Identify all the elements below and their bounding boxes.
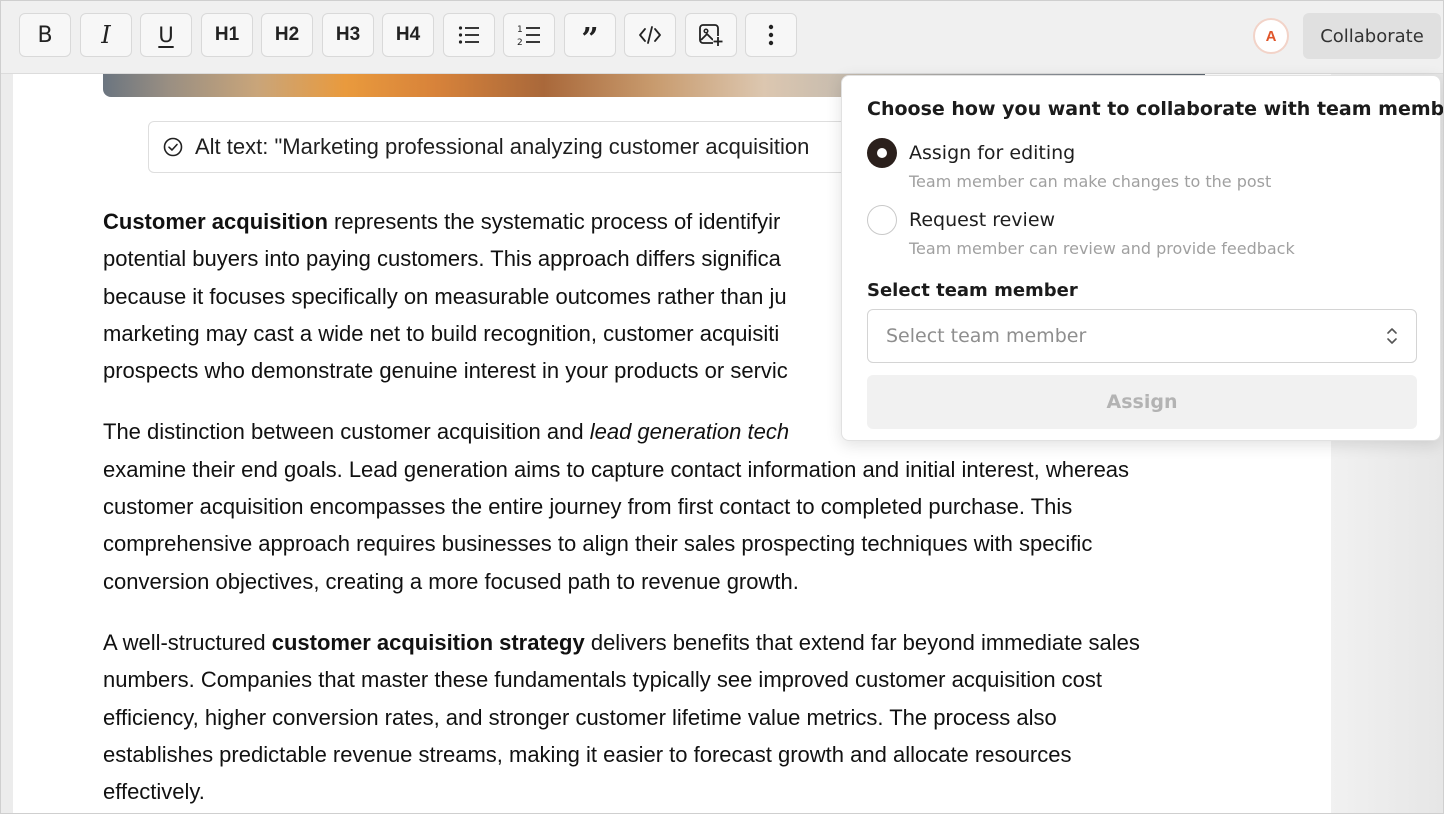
paragraph-2: The distinction between customer acquisi… xyxy=(103,413,1253,599)
app-window: Alt text: "Marketing professional analyz… xyxy=(0,0,1444,814)
assign-button[interactable]: Assign xyxy=(867,375,1417,429)
text-line: prospects who demonstrate genuine intere… xyxy=(103,358,788,384)
text-line: numbers. Companies that master these fun… xyxy=(103,667,1103,693)
avatar-initial: A xyxy=(1265,27,1277,45)
text-line: comprehensive approach requires business… xyxy=(103,531,1093,557)
bold-text: customer acquisition strategy xyxy=(271,629,585,655)
team-member-select[interactable]: Select team member xyxy=(867,309,1417,363)
collaborate-button[interactable]: Collaborate xyxy=(1303,13,1441,59)
quote-button[interactable]: ” xyxy=(564,13,616,57)
heading-2-button[interactable]: H2 xyxy=(261,13,313,57)
italic-button[interactable]: I xyxy=(80,13,132,57)
numbered-list-icon: 1 2 xyxy=(517,25,540,47)
italic-text: lead generation tech xyxy=(589,419,790,445)
assign-for-editing-radio[interactable] xyxy=(867,138,897,168)
heading-3-icon: H3 xyxy=(335,24,361,45)
request-review-radio[interactable] xyxy=(867,205,897,235)
text-line: represents the systematic process of ide… xyxy=(327,209,781,234)
more-vertical-icon xyxy=(768,24,774,46)
text-line: conversion objectives, creating a more f… xyxy=(103,568,799,594)
code-button[interactable] xyxy=(624,13,676,57)
formatting-toolbar: B I U H1 H2 H3 H4 1 2 ” A Collaborate xyxy=(1,1,1443,74)
assign-label: Assign xyxy=(1106,391,1178,413)
add-image-button[interactable] xyxy=(685,13,737,57)
heading-1-icon: H1 xyxy=(214,24,240,45)
bold-text: Customer acquisition xyxy=(103,209,328,234)
check-circle-icon xyxy=(163,137,183,157)
request-review-label[interactable]: Request review xyxy=(909,209,1055,231)
request-review-desc: Team member can review and provide feedb… xyxy=(909,239,1295,258)
text-line: delivers benefits that extend far beyond… xyxy=(584,629,1140,655)
select-placeholder: Select team member xyxy=(886,325,1087,347)
heading-3-button[interactable]: H3 xyxy=(322,13,374,57)
text-line: customer acquisition encompasses the ent… xyxy=(103,494,1073,520)
heading-1-button[interactable]: H1 xyxy=(201,13,253,57)
underline-icon: U xyxy=(158,23,174,47)
team-member-label: Select team member xyxy=(867,280,1078,301)
bullet-list-button[interactable] xyxy=(443,13,495,57)
quote-icon: ” xyxy=(581,22,599,57)
heading-2-icon: H2 xyxy=(274,24,300,45)
popover-title: Choose how you want to collaborate with … xyxy=(867,98,1444,120)
text-line: A well-structured xyxy=(103,629,272,655)
svg-text:1: 1 xyxy=(517,25,523,35)
bullet-list-icon xyxy=(458,26,479,44)
collaborate-popover: Choose how you want to collaborate with … xyxy=(841,75,1444,441)
collaborate-label: Collaborate xyxy=(1320,25,1424,47)
bold-button[interactable]: B xyxy=(19,13,71,57)
heading-4-icon: H4 xyxy=(395,24,421,45)
text-line: marketing may cast a wide net to build r… xyxy=(103,320,780,346)
text-line: efficiency, higher conversion rates, and… xyxy=(103,704,1057,730)
text-line: The distinction between customer acquisi… xyxy=(103,419,590,445)
text-line: establishes predictable revenue streams,… xyxy=(103,741,1072,767)
italic-icon: I xyxy=(101,21,111,49)
svg-text:2: 2 xyxy=(517,38,523,47)
assign-for-editing-label[interactable]: Assign for editing xyxy=(909,142,1075,164)
add-image-icon xyxy=(699,24,723,46)
chevron-up-down-icon xyxy=(1387,328,1397,344)
underline-button[interactable]: U xyxy=(140,13,192,57)
code-icon xyxy=(639,26,661,44)
text-line: because it focuses specifically on measu… xyxy=(103,283,787,309)
alt-text: Alt text: "Marketing professional analyz… xyxy=(195,134,810,159)
assign-for-editing-desc: Team member can make changes to the post xyxy=(909,172,1272,191)
heading-4-button[interactable]: H4 xyxy=(382,13,434,57)
paragraph-3: A well-structured customer acquisition s… xyxy=(103,624,1253,810)
text-line: effectively. xyxy=(103,779,205,805)
numbered-list-button[interactable]: 1 2 xyxy=(503,13,555,57)
text-line: potential buyers into paying customers. … xyxy=(103,246,781,272)
avatar[interactable]: A xyxy=(1253,18,1289,54)
more-options-button[interactable] xyxy=(745,13,797,57)
text-line: examine their end goals. Lead generation… xyxy=(103,456,1130,482)
bold-icon: B xyxy=(37,22,53,48)
